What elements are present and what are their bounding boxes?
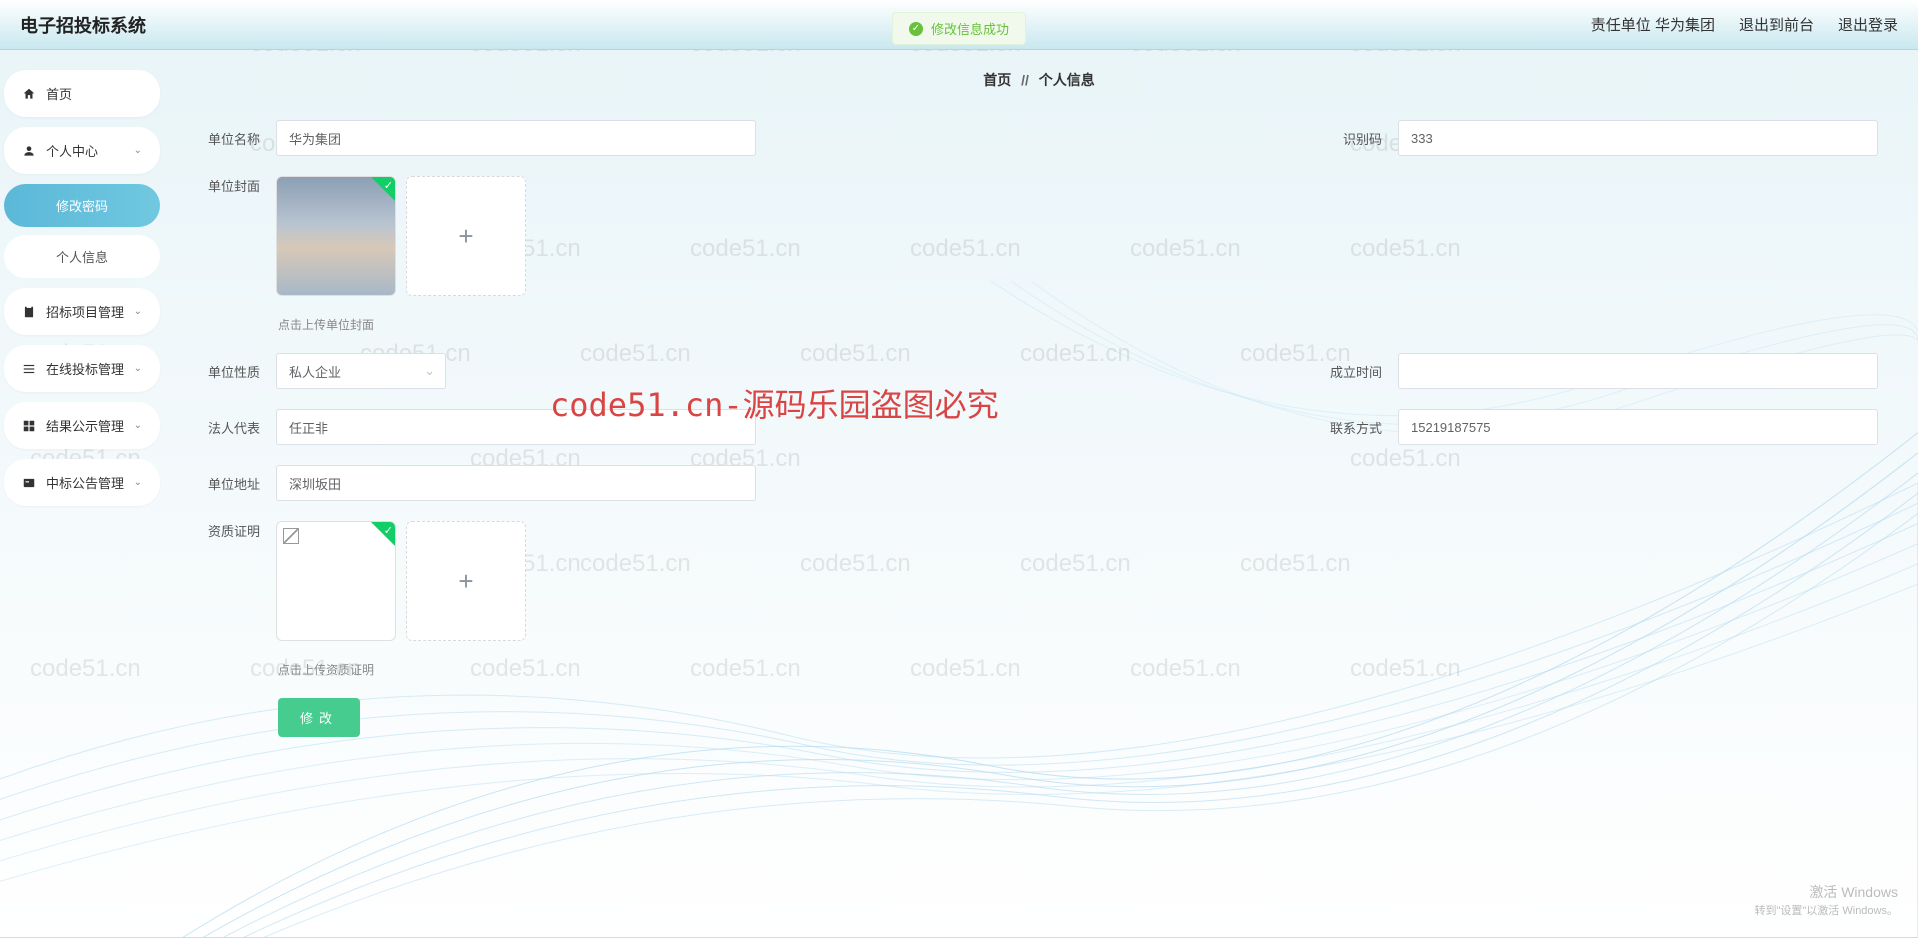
upload-success-icon — [371, 177, 395, 201]
sidebar-item-personal[interactable]: 个人中心 ⌄ — [4, 127, 160, 174]
upload-success-icon — [371, 522, 395, 546]
logout-link[interactable]: 退出登录 — [1838, 14, 1898, 35]
legal-rep-input[interactable] — [276, 409, 756, 445]
breadcrumb: 首页 // 个人信息 — [200, 70, 1878, 90]
breadcrumb-sep: // — [1021, 72, 1029, 88]
org-label[interactable]: 责任单位 华为集团 — [1591, 14, 1715, 35]
plus-icon: + — [458, 566, 473, 597]
grid-icon — [22, 419, 36, 433]
contact-label: 联系方式 — [1322, 418, 1382, 437]
id-code-input[interactable] — [1398, 120, 1878, 156]
sidebar: 首页 个人中心 ⌄ 修改密码 个人信息 招标项目管理 ⌄ — [0, 50, 160, 930]
qualification-label: 资质证明 — [200, 521, 260, 540]
address-label: 单位地址 — [200, 474, 260, 493]
sidebar-item-label: 结果公示管理 — [46, 416, 124, 435]
sidebar-sub-password[interactable]: 修改密码 — [4, 184, 160, 227]
org-type-select[interactable]: 私人企业 — [276, 353, 446, 389]
cover-upload-hint: 点击上传单位封面 — [278, 316, 1878, 333]
address-input[interactable] — [276, 465, 756, 501]
org-name-label: 单位名称 — [200, 129, 260, 148]
sidebar-item-home[interactable]: 首页 — [4, 70, 160, 117]
clipboard-icon — [22, 305, 36, 319]
windows-activation-watermark: 激活 Windows 转到"设置"以激活 Windows。 — [1755, 882, 1899, 918]
announcement-icon — [22, 476, 36, 490]
chevron-down-icon: ⌄ — [134, 420, 142, 431]
windows-activate-line1: 激活 Windows — [1755, 882, 1899, 902]
sidebar-item-result[interactable]: 结果公示管理 ⌄ — [4, 402, 160, 449]
home-icon — [22, 87, 36, 101]
breadcrumb-current: 个人信息 — [1039, 72, 1095, 88]
plus-icon: + — [458, 221, 473, 252]
org-type-label: 单位性质 — [200, 362, 260, 381]
sidebar-item-label: 招标项目管理 — [46, 302, 124, 321]
chevron-down-icon: ⌄ — [134, 477, 142, 488]
check-icon: ✓ — [909, 22, 923, 36]
sidebar-item-bid-project[interactable]: 招标项目管理 ⌄ — [4, 288, 160, 335]
toast-text: 修改信息成功 — [931, 19, 1009, 38]
uploaded-qualification-image[interactable] — [276, 521, 396, 641]
id-code-label: 识别码 — [1322, 129, 1382, 148]
main-content: 首页 // 个人信息 单位名称 识别码 单位封面 — [160, 50, 1918, 930]
establish-input[interactable] — [1398, 353, 1878, 389]
header: 电子招投标系统 ✓ 修改信息成功 责任单位 华为集团 退出到前台 退出登录 — [0, 0, 1918, 50]
exit-to-front-link[interactable]: 退出到前台 — [1739, 14, 1814, 35]
establish-label: 成立时间 — [1322, 362, 1382, 381]
contact-input[interactable] — [1398, 409, 1878, 445]
submit-button[interactable]: 修改 — [278, 698, 360, 737]
sidebar-item-online-bid[interactable]: 在线投标管理 ⌄ — [4, 345, 160, 392]
org-name-input[interactable] — [276, 120, 756, 156]
breadcrumb-home[interactable]: 首页 — [983, 72, 1011, 88]
org-cover-label: 单位封面 — [200, 176, 260, 195]
uploaded-cover-image[interactable] — [276, 176, 396, 296]
add-qualification-button[interactable]: + — [406, 521, 526, 641]
sidebar-item-label: 在线投标管理 — [46, 359, 124, 378]
list-icon — [22, 362, 36, 376]
legal-rep-label: 法人代表 — [200, 418, 260, 437]
chevron-down-icon: ⌄ — [134, 145, 142, 156]
chevron-down-icon: ⌄ — [134, 306, 142, 317]
sidebar-item-label: 首页 — [46, 84, 72, 103]
sidebar-item-winning[interactable]: 中标公告管理 ⌄ — [4, 459, 160, 506]
chevron-down-icon: ⌄ — [134, 363, 142, 374]
sidebar-item-label: 个人中心 — [46, 141, 98, 160]
sidebar-sub-info[interactable]: 个人信息 — [4, 235, 160, 278]
add-cover-button[interactable]: + — [406, 176, 526, 296]
org-type-value: 私人企业 — [289, 362, 341, 381]
windows-activate-line2: 转到"设置"以激活 Windows。 — [1755, 902, 1899, 918]
qualification-upload-hint: 点击上传资质证明 — [278, 661, 1878, 678]
app-logo: 电子招投标系统 — [20, 12, 146, 38]
success-toast: ✓ 修改信息成功 — [892, 12, 1026, 45]
user-icon — [22, 144, 36, 158]
sidebar-item-label: 中标公告管理 — [46, 473, 124, 492]
